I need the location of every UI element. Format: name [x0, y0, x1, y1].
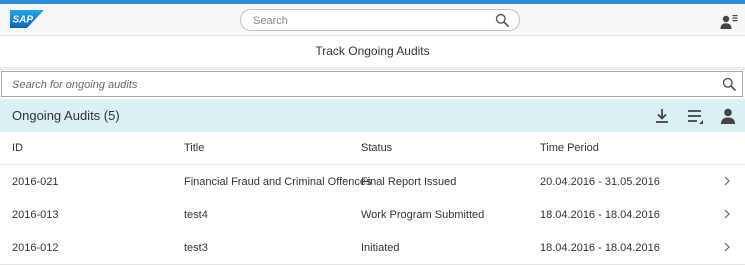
- table-toolbar: Ongoing Audits (5): [0, 99, 745, 132]
- cell-time-period: 18.04.2016 - 18.04.2016: [540, 209, 660, 221]
- cell-time-period: 20.04.2016 - 31.05.2016: [540, 176, 660, 188]
- chevron-right-icon[interactable]: [722, 242, 732, 252]
- column-header-time-period[interactable]: Time Period: [540, 142, 599, 154]
- global-search-field[interactable]: [240, 9, 520, 31]
- cell-id: 2016-013: [12, 209, 59, 221]
- chevron-right-icon[interactable]: [722, 209, 732, 219]
- table-row[interactable]: 2016-012 test3 Initiated 18.04.2016 - 18…: [0, 231, 745, 265]
- search-icon[interactable]: [495, 13, 509, 27]
- table-row[interactable]: 2016-021 Financial Fraud and Criminal Of…: [0, 165, 745, 199]
- download-icon[interactable]: [652, 106, 672, 126]
- sap-logo[interactable]: SAP: [10, 10, 44, 28]
- audit-search-input[interactable]: [10, 77, 704, 93]
- table-column-header: ID Title Status Time Period: [0, 133, 745, 165]
- cell-title: Financial Fraud and Criminal Offences: [184, 176, 372, 188]
- user-menu-icon[interactable]: [716, 10, 740, 34]
- cell-status: Final Report Issued: [361, 176, 457, 188]
- column-header-id[interactable]: ID: [12, 142, 23, 154]
- global-search-input[interactable]: [251, 12, 485, 30]
- table-row[interactable]: 2016-013 test4 Work Program Submitted 18…: [0, 198, 745, 232]
- page-header: Track Ongoing Audits: [0, 36, 745, 66]
- column-header-title[interactable]: Title: [184, 142, 204, 154]
- audit-search-field[interactable]: [1, 71, 743, 97]
- cell-title: test3: [184, 242, 208, 254]
- column-header-status[interactable]: Status: [361, 142, 392, 154]
- page-title: Track Ongoing Audits: [315, 44, 430, 58]
- shell-bar: SAP: [0, 4, 745, 36]
- cell-id: 2016-021: [12, 176, 59, 188]
- cell-status: Work Program Submitted: [361, 209, 485, 221]
- logo-text: SAP: [13, 15, 34, 26]
- person-icon[interactable]: [718, 106, 738, 126]
- header-divider: [0, 67, 745, 70]
- search-icon[interactable]: [722, 77, 736, 91]
- cell-time-period: 18.04.2016 - 18.04.2016: [540, 242, 660, 254]
- cell-id: 2016-012: [12, 242, 59, 254]
- sort-settings-icon[interactable]: [685, 106, 705, 126]
- cell-status: Initiated: [361, 242, 400, 254]
- table-title: Ongoing Audits (5): [12, 108, 120, 123]
- cell-title: test4: [184, 209, 208, 221]
- chevron-right-icon[interactable]: [722, 176, 732, 186]
